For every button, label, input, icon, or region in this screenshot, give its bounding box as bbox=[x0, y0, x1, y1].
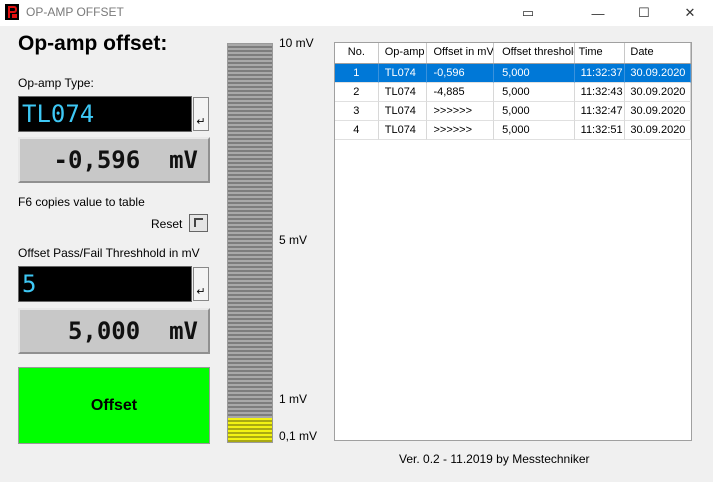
copy-hint: F6 copies value to table bbox=[18, 195, 145, 209]
table-cell: -4,885 bbox=[427, 83, 495, 102]
table-row[interactable]: 4 TL074 >>>>>> 5,000 11:32:51 30.09.2020 bbox=[335, 121, 691, 140]
table-cell: 30.09.2020 bbox=[625, 64, 691, 83]
threshold-readout: 5,000 mV bbox=[18, 308, 210, 354]
scale-tick-10mv: 10 mV bbox=[279, 36, 314, 50]
threshold-enter-button[interactable]: ↵ bbox=[193, 267, 209, 301]
reset-label: Reset bbox=[151, 217, 183, 231]
table-cell: >>>>>> bbox=[427, 102, 495, 121]
page-title: Op-amp offset: bbox=[18, 32, 168, 55]
table-cell: -0,596 bbox=[427, 64, 495, 83]
status-indicator: Offset bbox=[18, 367, 210, 444]
opamp-type-label: Op-amp Type: bbox=[18, 76, 94, 90]
table-cell: 2 bbox=[335, 83, 379, 102]
table-cell: TL074 bbox=[378, 121, 428, 140]
offset-level-bar bbox=[227, 43, 273, 443]
table-cell: 5,000 bbox=[494, 102, 575, 121]
table-cell: 30.09.2020 bbox=[625, 121, 691, 140]
table-row[interactable]: 1 TL074 -0,596 5,000 11:32:37 30.09.2020 bbox=[335, 64, 691, 83]
column-header-threshold[interactable]: Offset threshold bbox=[494, 43, 575, 63]
app-logo-icon bbox=[5, 4, 19, 20]
scale-tick-5mv: 5 mV bbox=[279, 233, 308, 247]
column-header-offset[interactable]: Offset in mV bbox=[427, 43, 495, 63]
column-header-no[interactable]: No. bbox=[335, 43, 379, 63]
table-cell: 11:32:37 bbox=[574, 64, 626, 83]
threshold-label: Offset Pass/Fail Threshhold in mV bbox=[18, 246, 200, 260]
table-cell: 3 bbox=[335, 102, 379, 121]
offset-readout: -0,596 mV bbox=[18, 137, 210, 183]
table-cell: 4 bbox=[335, 121, 379, 140]
window-title: OP-AMP OFFSET bbox=[26, 5, 124, 19]
table-cell: 30.09.2020 bbox=[625, 83, 691, 102]
column-header-time[interactable]: Time bbox=[575, 43, 626, 63]
opamp-type-input[interactable]: TL074 bbox=[18, 96, 192, 132]
offset-level-fill bbox=[228, 418, 272, 442]
results-table[interactable]: No. Op-amp Offset in mV Offset threshold… bbox=[334, 42, 692, 441]
opamp-enter-button[interactable]: ↵ bbox=[193, 97, 209, 131]
table-cell: 5,000 bbox=[494, 64, 575, 83]
table-cell: 11:32:43 bbox=[574, 83, 626, 102]
table-cell: 11:32:47 bbox=[574, 102, 626, 121]
column-header-opamp[interactable]: Op-amp bbox=[379, 43, 428, 63]
table-body: 1 TL074 -0,596 5,000 11:32:37 30.09.2020 2 TL07… bbox=[335, 64, 691, 140]
table-cell: >>>>>> bbox=[427, 121, 495, 140]
table-cell: TL074 bbox=[378, 83, 428, 102]
threshold-input[interactable]: 5 bbox=[18, 266, 192, 302]
table-header: No. Op-amp Offset in mV Offset threshold… bbox=[335, 43, 691, 64]
scale-tick-01mv: 0,1 mV bbox=[279, 429, 318, 443]
close-button[interactable]: ✕ bbox=[667, 0, 713, 26]
table-cell: TL074 bbox=[378, 64, 428, 83]
main-window: Op-amp offset: Op-amp Type: TL074 ↵ -0,5… bbox=[0, 26, 713, 482]
table-cell: 5,000 bbox=[494, 83, 575, 102]
table-cell: 1 bbox=[335, 64, 379, 83]
column-header-date[interactable]: Date bbox=[625, 43, 691, 63]
table-row[interactable]: 2 TL074 -4,885 5,000 11:32:43 30.09.2020 bbox=[335, 83, 691, 102]
table-cell: 11:32:51 bbox=[574, 121, 626, 140]
version-label: Ver. 0.2 - 11.2019 by Messtechniker bbox=[399, 452, 590, 466]
table-cell: 30.09.2020 bbox=[625, 102, 691, 121]
table-cell: TL074 bbox=[378, 102, 428, 121]
table-cell: 5,000 bbox=[494, 121, 575, 140]
scale-tick-1mv: 1 mV bbox=[279, 392, 308, 406]
reset-button[interactable] bbox=[189, 214, 208, 232]
table-row[interactable]: 3 TL074 >>>>>> 5,000 11:32:47 30.09.2020 bbox=[335, 102, 691, 121]
title-bar: OP-AMP OFFSET ▭ — ☐ ✕ bbox=[0, 0, 713, 26]
pip-icon[interactable]: ▭ bbox=[505, 0, 551, 26]
maximize-button[interactable]: ☐ bbox=[621, 0, 667, 26]
minimize-button[interactable]: — bbox=[575, 0, 621, 26]
